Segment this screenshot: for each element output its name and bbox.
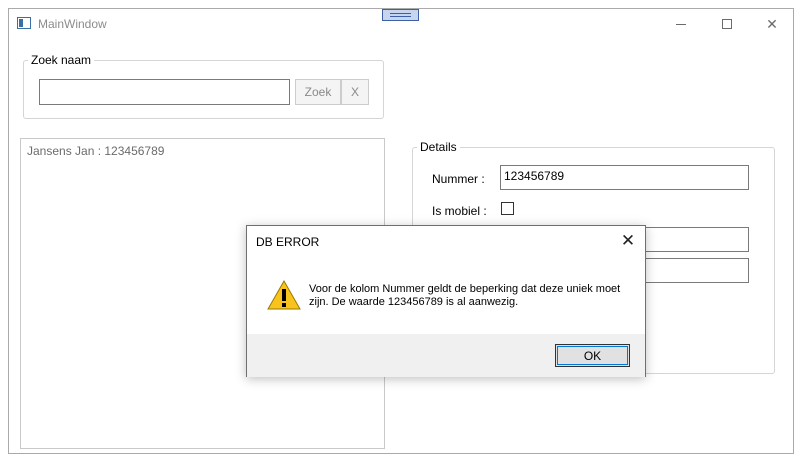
dialog-footer: OK (247, 334, 645, 377)
mobiel-label: Is mobiel : (432, 204, 487, 218)
resize-grip-icon[interactable] (382, 9, 419, 21)
search-input[interactable] (39, 79, 290, 105)
list-item[interactable]: Jansens Jan : 123456789 (27, 144, 164, 158)
dialog-body: Voor de kolom Nummer geldt de beperking … (247, 256, 645, 334)
maximize-icon (722, 19, 732, 29)
nummer-label: Nummer : (432, 172, 485, 186)
details-group-label: Details (417, 140, 460, 154)
maximize-button[interactable] (704, 9, 750, 39)
dialog-message: Voor de kolom Nummer geldt de beperking … (309, 283, 621, 308)
dialog-close-button[interactable]: ✕ (611, 226, 645, 256)
warning-icon (267, 280, 301, 310)
search-button[interactable]: Zoek (295, 79, 341, 105)
search-groupbox: Zoek naam Zoek X (23, 53, 384, 119)
dialog-title: DB ERROR (256, 235, 320, 249)
close-button[interactable]: ✕ (749, 9, 795, 39)
clear-button[interactable]: X (341, 79, 369, 105)
nummer-field[interactable]: 123456789 (500, 165, 749, 190)
search-group-label: Zoek naam (28, 53, 95, 67)
close-icon: ✕ (620, 231, 636, 250)
ok-button[interactable]: OK (555, 344, 630, 367)
close-icon: ✕ (766, 15, 778, 32)
mobiel-checkbox[interactable] (501, 202, 514, 215)
minimize-icon (676, 23, 686, 25)
app-icon (17, 17, 31, 29)
minimize-button[interactable] (658, 9, 704, 39)
error-dialog: DB ERROR ✕ Voor de kolom Nummer geldt de… (246, 225, 646, 377)
window-title: MainWindow (38, 17, 107, 31)
